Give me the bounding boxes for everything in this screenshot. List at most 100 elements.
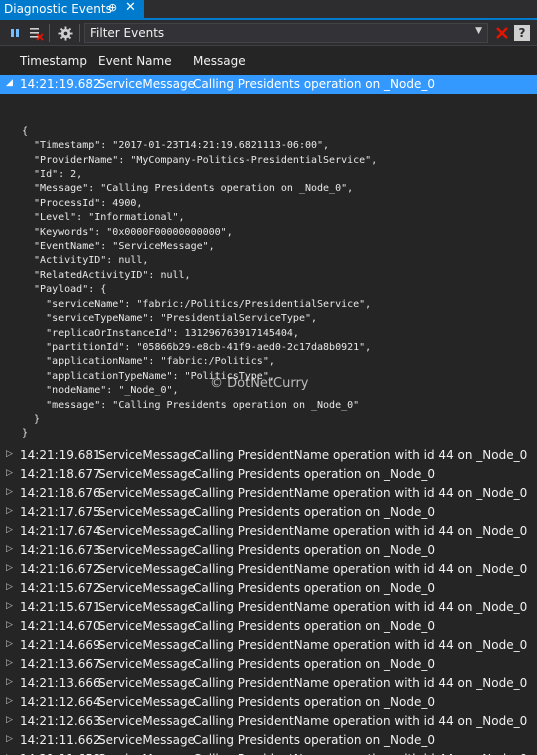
event-timestamp: 14:21:17.674	[20, 524, 101, 538]
json-line: "ProviderName": "MyCompany-Politics-Pres…	[22, 154, 378, 166]
settings-button[interactable]	[56, 24, 74, 42]
pause-button[interactable]	[6, 24, 24, 42]
event-timestamp: 14:21:19.682	[20, 77, 101, 91]
expand-arrow-icon[interactable]: ▷	[6, 620, 13, 630]
event-timestamp: 14:21:13.666	[20, 676, 101, 690]
event-name: ServiceMessage	[98, 619, 195, 633]
event-name: ServiceMessage	[98, 581, 195, 595]
event-message: Calling Presidents operation on _Node_0	[193, 505, 435, 519]
event-name: ServiceMessage	[98, 562, 195, 576]
column-header-message[interactable]: Message	[193, 54, 246, 68]
json-line: "Id": 2,	[22, 169, 83, 181]
collapsed-event-rows: ▷ 14:21:19.681 ServiceMessage Calling Presi…	[0, 446, 537, 755]
event-row[interactable]: ▷ 14:21:16.672 ServiceMessage Calling Presi…	[0, 560, 537, 579]
event-row[interactable]: ▷ 14:21:11.662 ServiceMessage Calling Presi…	[0, 731, 537, 750]
event-row[interactable]: ▷14:21:11.659ServiceMessageCalling Presi…	[0, 750, 537, 755]
event-row[interactable]: ▷ 14:21:15.672 ServiceMessage Calling Presi…	[0, 579, 537, 598]
expand-arrow-icon[interactable]: ▷	[6, 715, 13, 725]
expand-arrow-icon[interactable]: ▷	[6, 544, 13, 554]
event-row[interactable]: ▷ 14:21:19.681 ServiceMessage Calling Presi…	[0, 446, 537, 465]
json-line: "applicationName": "fabric:/Politics",	[22, 356, 275, 368]
expand-arrow-icon[interactable]: ▷	[6, 487, 13, 497]
expand-arrow-icon[interactable]: ▷	[6, 658, 13, 668]
column-header-event-name[interactable]: Event Name	[98, 54, 172, 68]
chevron-down-icon[interactable]: ▼	[475, 26, 482, 36]
event-row[interactable]: ▷ 14:21:16.673 ServiceMessage Calling Presi…	[0, 541, 537, 560]
close-icon[interactable]: ✕	[125, 0, 136, 15]
column-headers: Timestamp Event Name Message	[0, 52, 537, 72]
expand-arrow-icon[interactable]: ▷	[6, 639, 13, 649]
expand-arrow-icon[interactable]: ▷	[6, 449, 13, 459]
event-message: Calling PresidentName operation with id …	[193, 486, 528, 500]
event-message: Calling PresidentName operation with id …	[193, 714, 528, 728]
json-line: }	[22, 413, 41, 425]
json-line: "serviceName": "fabric:/Politics/Preside…	[22, 298, 372, 310]
event-row[interactable]: ▷ 14:21:12.664 ServiceMessage Calling Presi…	[0, 693, 537, 712]
expand-arrow-icon[interactable]: ▷	[6, 525, 13, 535]
json-line: "serviceTypeName": "PresidentialServiceT…	[22, 313, 318, 325]
event-message: Calling PresidentName operation with id …	[193, 562, 528, 576]
event-row[interactable]: ▷ 14:21:18.676 ServiceMessage Calling Presi…	[0, 484, 537, 503]
filter-events-input[interactable]: Filter Events ▼	[84, 23, 488, 43]
expanded-arrow-icon[interactable]: ◢	[6, 78, 13, 88]
event-name: ServiceMessage	[98, 505, 195, 519]
event-detail-json: { "Timestamp": "2017-01-23T14:21:19.6821…	[0, 94, 537, 440]
watermark: © DotNetCurry	[210, 376, 309, 391]
event-timestamp: 14:21:16.672	[20, 562, 101, 576]
expand-arrow-icon[interactable]: ▷	[6, 468, 13, 478]
event-row[interactable]: ▷ 14:21:12.663 ServiceMessage Calling Presi…	[0, 712, 537, 731]
event-message: Calling PresidentName operation with id …	[193, 676, 528, 690]
gear-icon	[57, 25, 73, 41]
clear-list-icon	[30, 28, 44, 41]
event-message: Calling Presidents operation on _Node_0	[193, 733, 435, 747]
event-name: ServiceMessage	[98, 524, 195, 538]
pin-icon[interactable]: ⊕	[108, 1, 117, 14]
clear-all-button[interactable]	[27, 24, 45, 42]
event-timestamp: 14:21:12.664	[20, 695, 101, 709]
expand-arrow-icon[interactable]: ▷	[6, 677, 13, 687]
event-timestamp: 14:21:17.675	[20, 505, 101, 519]
event-message: Calling PresidentName operation with id …	[193, 448, 528, 462]
event-row[interactable]: ▷ 14:21:13.667 ServiceMessage Calling Presi…	[0, 655, 537, 674]
event-timestamp: 14:21:18.676	[20, 486, 101, 500]
tab-strip: Diagnostic Events ⊕ ✕	[0, 0, 537, 20]
event-name: ServiceMessage	[98, 733, 195, 747]
json-line: "message": "Calling Presidents operation…	[22, 399, 360, 411]
expand-arrow-icon[interactable]: ▷	[6, 601, 13, 611]
event-timestamp: 14:21:12.663	[20, 714, 101, 728]
expand-arrow-icon[interactable]: ▷	[6, 582, 13, 592]
clear-filter-icon	[496, 27, 508, 39]
event-message: Calling Presidents operation on _Node_0	[193, 543, 435, 557]
event-name: ServiceMessage	[98, 657, 195, 671]
event-row[interactable]: ▷ 14:21:17.675 ServiceMessage Calling Presi…	[0, 503, 537, 522]
expand-arrow-icon[interactable]: ▷	[6, 734, 13, 744]
expand-arrow-icon[interactable]: ▷	[6, 563, 13, 573]
event-row[interactable]: ▷ 14:21:14.670 ServiceMessage Calling Presi…	[0, 617, 537, 636]
event-row[interactable]: ▷ 14:21:18.677 ServiceMessage Calling Presi…	[0, 465, 537, 484]
event-row[interactable]: ▷ 14:21:14.669 ServiceMessage Calling Presi…	[0, 636, 537, 655]
column-header-timestamp[interactable]: Timestamp	[20, 54, 87, 68]
expand-arrow-icon[interactable]: ▷	[6, 696, 13, 706]
json-line: "Timestamp": "2017-01-23T14:21:19.682111…	[22, 140, 330, 152]
selected-event-row[interactable]: ◢ 14:21:19.682 ServiceMessage Calling Pr…	[0, 75, 537, 94]
event-row[interactable]: ▷ 14:21:13.666 ServiceMessage Calling Presi…	[0, 674, 537, 693]
json-line: "Message": "Calling Presidents operation…	[22, 183, 354, 195]
json-line: {	[22, 125, 29, 137]
event-timestamp: 14:21:14.669	[20, 638, 101, 652]
event-timestamp: 14:21:14.670	[20, 619, 101, 633]
json-line: "Keywords": "0x0000F00000000000",	[22, 226, 233, 238]
event-message: Calling Presidents operation on _Node_0	[193, 695, 435, 709]
event-message: Calling PresidentName operation with id …	[193, 524, 528, 538]
event-row[interactable]: ▷ 14:21:17.674 ServiceMessage Calling Presi…	[0, 522, 537, 541]
event-name: ServiceMessage	[98, 77, 195, 91]
toolbar: Filter Events ▼ ?	[0, 20, 537, 46]
event-row[interactable]: ▷ 14:21:15.671 ServiceMessage Calling Presi…	[0, 598, 537, 617]
expand-arrow-icon[interactable]: ▷	[6, 506, 13, 516]
event-name: ServiceMessage	[98, 600, 195, 614]
tab-diagnostic-events[interactable]: Diagnostic Events ⊕ ✕	[0, 0, 144, 18]
help-button[interactable]: ?	[514, 25, 530, 41]
toolbar-separator	[79, 24, 80, 42]
event-name: ServiceMessage	[98, 676, 195, 690]
clear-filter-button[interactable]	[493, 24, 511, 42]
event-timestamp: 14:21:11.662	[20, 733, 101, 747]
